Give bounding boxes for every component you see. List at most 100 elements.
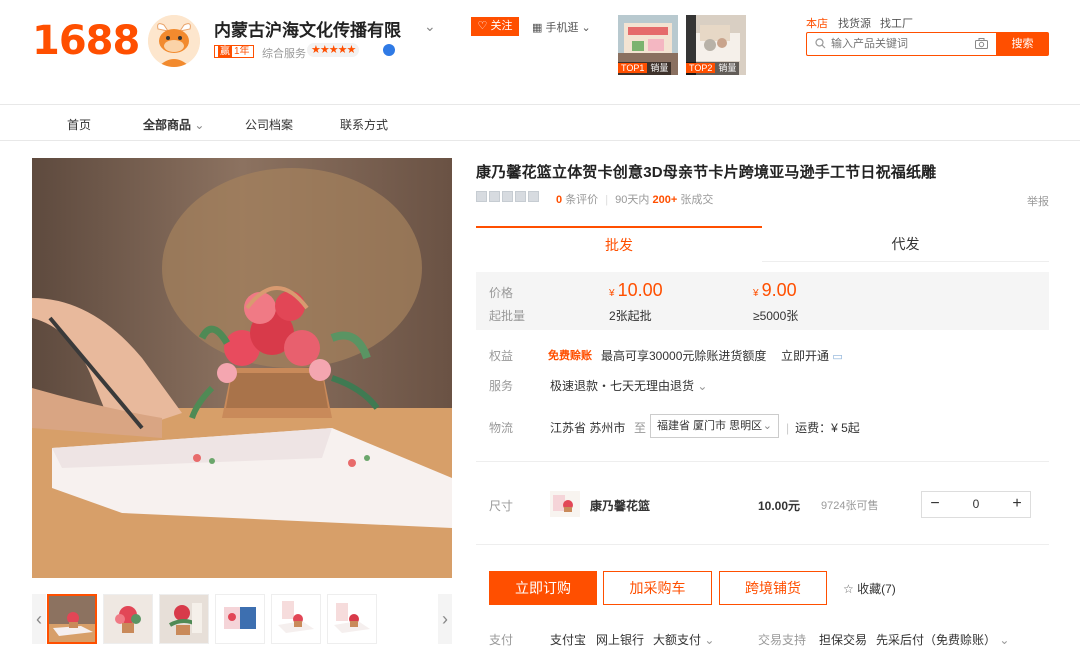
service-rating-label: 综合服务	[262, 48, 306, 60]
thumb-prev-button[interactable]: ‹	[32, 594, 46, 644]
top-rank-tag: TOP2 销量	[686, 62, 740, 75]
mobile-label: 手机逛	[545, 22, 579, 34]
review-summary: 0 条评价 | 90天内 200+ 张成交	[556, 191, 713, 207]
quantity-input[interactable]: 0	[950, 497, 1002, 511]
years-value: 1年	[234, 46, 250, 57]
card-icon: ▭	[832, 351, 843, 363]
moq-label: 起批量	[489, 309, 526, 323]
payment-large[interactable]: 大额支付 ⌄	[653, 631, 714, 648]
chevron-down-icon[interactable]: ⌄	[424, 18, 436, 35]
report-link[interactable]: 举报	[1027, 193, 1049, 209]
site-logo[interactable]: 1688	[32, 18, 140, 64]
nav-home[interactable]: 首页	[67, 116, 91, 133]
buy-now-button[interactable]: 立即订购	[489, 571, 597, 605]
star-outline-icon: ☆	[843, 582, 854, 596]
tab-dropship[interactable]: 代发	[762, 226, 1049, 262]
open-credit-link[interactable]: 立即开通 ▭	[781, 347, 843, 364]
thumbnail-4[interactable]	[215, 594, 265, 644]
search-button[interactable]: 搜索	[996, 32, 1049, 56]
trade-support-label: 交易支持	[758, 633, 807, 647]
thumbnail-5[interactable]	[271, 594, 321, 644]
chevron-down-icon: ⌄	[697, 379, 708, 393]
shop-avatar[interactable]	[148, 15, 200, 67]
follow-label: 关注	[490, 20, 513, 32]
nav-contact[interactable]: 联系方式	[340, 116, 388, 133]
star-icon	[528, 191, 539, 202]
collect-button[interactable]: ☆ 收藏(7)	[843, 580, 896, 597]
tab-wholesale[interactable]: 批发	[476, 226, 762, 262]
star-icon	[489, 191, 500, 202]
product-title: 康乃馨花篮立体贺卡创意3D母亲节卡片跨境亚马逊手工节日祝福纸雕	[476, 164, 937, 181]
benefit-tag: 免费赊账	[548, 350, 592, 362]
chevron-down-icon: ⌄	[999, 633, 1010, 647]
section-divider	[476, 461, 1049, 462]
chevron-down-icon: ⌄	[194, 118, 205, 132]
thumbnail-2[interactable]	[103, 594, 153, 644]
nav-company-profile[interactable]: 公司档案	[245, 116, 293, 133]
years-badge: 赢 1年	[214, 45, 254, 58]
ship-to-value: 福建省 厦门市 思明区	[657, 420, 763, 432]
ship-to-select[interactable]: 福建省 厦门市 思明区 ⌄	[650, 414, 779, 438]
thumbnail-6[interactable]	[327, 594, 377, 644]
thumb-next-button[interactable]: ›	[438, 594, 452, 644]
quantity-stepper: − 0 +	[921, 491, 1031, 518]
star-icon	[476, 191, 487, 202]
decrement-button[interactable]: −	[922, 492, 948, 517]
thumbnail-3[interactable]	[159, 594, 209, 644]
search-tab-factory[interactable]: 找工厂	[880, 15, 913, 31]
payment-large-label: 大额支付	[653, 633, 702, 647]
search-box	[806, 32, 997, 56]
mobile-link[interactable]: ▦ 手机逛 ⌄	[532, 19, 591, 35]
follow-button[interactable]: ♡ 关注	[471, 17, 519, 36]
service-text: 极速退款・七天无理由退货	[550, 379, 695, 393]
top-product-thumb-2[interactable]: TOP2 销量	[686, 15, 746, 75]
shipping-fee-value: 运费：¥ 5起	[795, 421, 860, 435]
years-badge-icon: 赢	[218, 46, 232, 57]
collect-label: 收藏(7)	[857, 582, 896, 596]
currency-symbol: ¥	[609, 288, 615, 299]
moq-tier-1: 2张起批	[609, 309, 652, 323]
sku-thumbnail[interactable]	[550, 491, 580, 517]
top-rank: TOP1	[618, 63, 648, 73]
sold-count: 200+	[652, 194, 678, 206]
shop-name[interactable]: 内蒙古沪海文化传播有限	[214, 16, 401, 41]
add-to-cart-button[interactable]: 加采购车	[603, 571, 712, 605]
payment-label: 支付	[489, 633, 514, 647]
search-input[interactable]	[831, 36, 971, 52]
logistics-label: 物流	[489, 421, 514, 435]
verified-icon	[383, 44, 395, 56]
star-icon	[515, 191, 526, 202]
thumbnail-1[interactable]	[47, 594, 97, 644]
service-rating-stars: ★★★★★	[307, 43, 360, 57]
service-dropdown[interactable]: 极速退款・七天无理由退货 ⌄	[550, 377, 707, 394]
review-label[interactable]: 条评价	[565, 194, 598, 206]
sku-price: 10.00元	[758, 499, 801, 513]
service-label: 服务	[489, 379, 514, 393]
camera-icon[interactable]	[975, 38, 988, 52]
nav-all-products[interactable]: 全部商品 ⌄	[143, 116, 204, 133]
top-product-thumb-1[interactable]: TOP1 销量	[618, 15, 678, 75]
top-rank: TOP2	[686, 63, 716, 73]
trade-pay-later[interactable]: 先采后付（免费赊账） ⌄	[876, 631, 1009, 648]
sku-name: 康乃馨花篮	[590, 499, 651, 513]
divider: |	[605, 194, 609, 206]
price-tier-1: ¥10.00	[609, 280, 663, 301]
cross-border-button[interactable]: 跨境铺货	[719, 571, 827, 605]
search-tab-store[interactable]: 本店	[806, 15, 828, 31]
search-tab-source[interactable]: 找货源	[838, 15, 871, 31]
top-rank-tag: TOP1 销量	[618, 62, 672, 75]
price-value: 9.00	[761, 280, 797, 300]
top-rank-label: 销量	[718, 63, 737, 73]
trade-guarantee: 担保交易	[819, 633, 868, 647]
chevron-down-icon: ⌄	[762, 420, 772, 432]
ship-to-label: 至	[634, 421, 647, 435]
shipping-fee: | 运费：¥ 5起	[786, 419, 860, 436]
trade-pay-later-label: 先采后付（免费赊账）	[876, 633, 997, 647]
increment-button[interactable]: +	[1004, 492, 1030, 517]
sold-period: 90天内	[615, 194, 650, 206]
star-icon	[502, 191, 513, 202]
qr-icon: ▦	[532, 22, 543, 34]
product-main-image[interactable]	[32, 158, 452, 578]
divider: |	[786, 421, 790, 435]
benefit-text: 最高可享30000元赊账进货额度	[601, 349, 767, 363]
